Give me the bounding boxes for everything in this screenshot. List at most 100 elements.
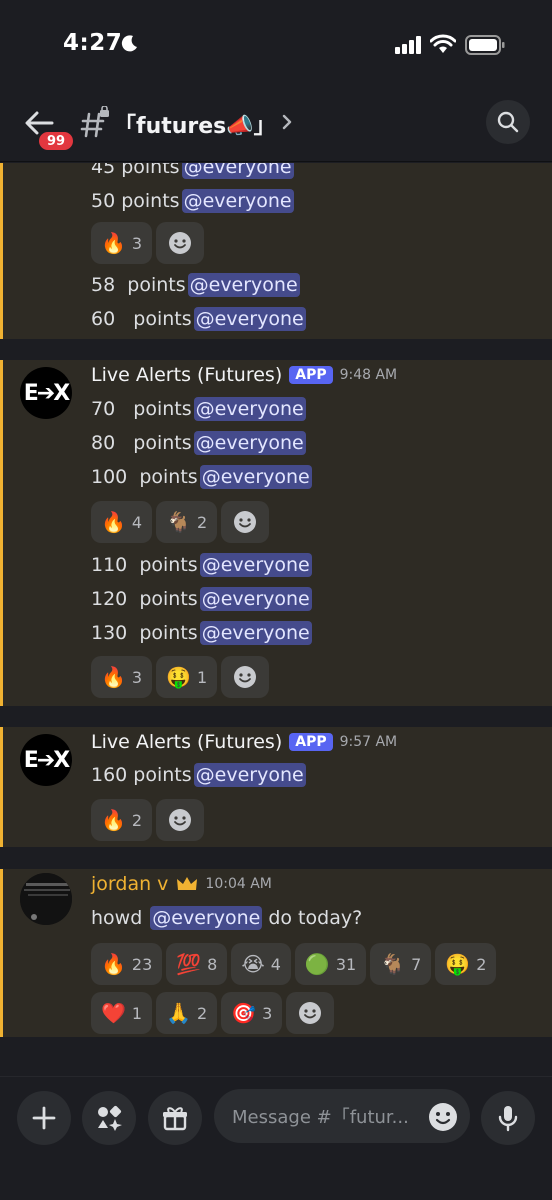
author-name[interactable]: Live Alerts (Futures) <box>91 731 282 753</box>
mention-everyone[interactable]: @everyone <box>187 273 300 297</box>
reaction-emoji: 🙏 <box>166 1001 191 1025</box>
reaction-fire[interactable]: 🔥 3 <box>91 656 153 698</box>
message-input[interactable]: Message #「futur... <box>214 1089 470 1143</box>
reaction-fire[interactable]: 🔥 4 <box>91 501 153 543</box>
app-tag: APP <box>289 733 333 751</box>
status-time: 4:27 <box>63 30 123 56</box>
mention-everyone[interactable]: @everyone <box>150 906 263 930</box>
add-reaction-button[interactable] <box>221 501 270 543</box>
message-line: howd @everyone do today? <box>91 903 362 933</box>
message-line: 80 points @everyone <box>91 428 306 458</box>
reaction-count: 31 <box>335 954 357 974</box>
avatar[interactable]: E➔X <box>20 367 72 419</box>
reaction-count: 7 <box>411 954 422 974</box>
avatar[interactable]: E➔X <box>20 734 72 786</box>
reaction-emoji: 💯 <box>176 952 202 976</box>
reaction-heart[interactable]: ❤️ 1 <box>91 992 153 1034</box>
reaction-green-circle[interactable]: 🟢 31 <box>294 943 367 985</box>
message-text: 120 points <box>91 588 198 610</box>
mention-everyone[interactable]: @everyone <box>199 587 312 611</box>
add-reaction-button[interactable] <box>286 992 335 1034</box>
message-text: 160 points <box>91 764 192 786</box>
smiley-icon <box>234 666 257 688</box>
reaction-emoji: 🔥 <box>101 231 126 255</box>
reaction-count: 2 <box>197 1003 208 1023</box>
message-group: E➔X Live Alerts (Futures) APP 9:57 AM 16… <box>0 727 552 847</box>
reaction-emoji: 🤑 <box>166 665 191 689</box>
add-reaction-button[interactable] <box>156 799 205 841</box>
message-list[interactable]: 45 points @everyone 50 points @everyone 🔥 3… <box>0 163 552 1075</box>
reaction-pray[interactable]: 🙏 2 <box>156 992 218 1034</box>
message-text: do today? <box>268 907 363 929</box>
reaction-emoji: ❤️ <box>101 1001 126 1025</box>
author-name[interactable]: Live Alerts (Futures) <box>91 364 282 386</box>
chevron-right-icon[interactable] <box>280 112 294 132</box>
reaction-hundred[interactable]: 💯 8 <box>166 943 228 985</box>
smiley-icon <box>299 1002 322 1024</box>
mention-everyone[interactable]: @everyone <box>193 397 306 421</box>
reaction-count: 2 <box>197 512 208 532</box>
locked-hashtag-icon <box>80 106 109 138</box>
reaction-count: 1 <box>197 667 208 687</box>
timestamp: 9:48 AM <box>339 367 398 383</box>
search-button[interactable] <box>486 100 530 144</box>
reaction-emoji: 🔥 <box>101 510 126 534</box>
reaction-emoji: 🎯 <box>231 1001 257 1025</box>
message-group: 45 points @everyone 50 points @everyone 🔥 3… <box>0 163 552 339</box>
reaction-row: 🔥 3 🤑 1 <box>91 656 270 698</box>
message-line: 45 points @everyone <box>91 163 294 182</box>
reaction-goat[interactable]: 🐐 2 <box>156 501 218 543</box>
reaction-money-mouth[interactable]: 🤑 2 <box>435 943 497 985</box>
add-reaction-button[interactable] <box>221 656 270 698</box>
reaction-fire[interactable]: 🔥 3 <box>91 222 153 264</box>
reaction-emoji: 🟢 <box>304 952 330 976</box>
reaction-fire[interactable]: 🔥 23 <box>91 943 163 985</box>
reaction-row: 🔥 2 <box>91 799 205 841</box>
app-tag: APP <box>289 366 333 384</box>
reaction-count: 3 <box>262 1003 273 1023</box>
mention-everyone[interactable]: @everyone <box>181 163 294 179</box>
voice-message-button[interactable] <box>481 1091 535 1145</box>
message-line: 70 points @everyone <box>91 394 306 424</box>
mention-everyone[interactable]: @everyone <box>199 465 312 489</box>
message-line: 130 points @everyone <box>91 618 312 648</box>
gift-button[interactable] <box>148 1091 202 1145</box>
mention-everyone[interactable]: @everyone <box>181 189 294 213</box>
mention-everyone[interactable]: @everyone <box>193 763 306 787</box>
apps-icon <box>98 1105 122 1131</box>
channel-name[interactable]: 「futures📣」 <box>114 108 276 140</box>
avatar[interactable] <box>20 873 72 925</box>
message-text: 70 points <box>91 398 192 420</box>
message-line: 160 points @everyone <box>91 760 306 790</box>
reaction-fire[interactable]: 🔥 2 <box>91 799 153 841</box>
reaction-count: 4 <box>131 512 143 532</box>
reaction-money-mouth[interactable]: 🤑 1 <box>156 656 218 698</box>
smiley-icon[interactable] <box>428 1102 458 1132</box>
timestamp: 9:57 AM <box>339 734 398 750</box>
add-reaction-button[interactable] <box>156 222 205 264</box>
reaction-count: 23 <box>131 954 153 974</box>
message-text: 80 points <box>91 432 192 454</box>
reaction-count: 2 <box>131 810 143 830</box>
mention-everyone[interactable]: @everyone <box>199 621 312 645</box>
crown-icon <box>177 877 198 890</box>
reaction-emoji: 🔥 <box>101 952 126 976</box>
add-attachment-button[interactable] <box>17 1091 71 1145</box>
apps-button[interactable] <box>82 1091 136 1145</box>
reaction-dart[interactable]: 🎯 3 <box>221 992 283 1034</box>
message-text: 50 points <box>91 190 180 212</box>
mention-everyone[interactable]: @everyone <box>193 431 306 455</box>
reaction-emoji: 😭 <box>241 952 265 976</box>
author-name[interactable]: jordan v <box>91 873 168 895</box>
mention-everyone[interactable]: @everyone <box>193 307 306 331</box>
message-group: jordan v 10:04 AM howd @everyone do toda… <box>0 869 552 1037</box>
reaction-row: 🔥 4 🐐 2 <box>91 501 270 543</box>
reaction-goat[interactable]: 🐐 7 <box>370 943 432 985</box>
mention-everyone[interactable]: @everyone <box>199 553 312 577</box>
message-text: 58 points <box>91 274 186 296</box>
message-text: 110 points <box>91 554 198 576</box>
battery-icon <box>465 35 505 55</box>
reaction-sob[interactable]: 😭 4 <box>231 943 291 985</box>
reaction-row: 🔥 23 💯 8 😭 4 🟢 31 🐐 7 🤑 2 <box>91 943 497 985</box>
message-line: 58 points @everyone <box>91 270 300 300</box>
